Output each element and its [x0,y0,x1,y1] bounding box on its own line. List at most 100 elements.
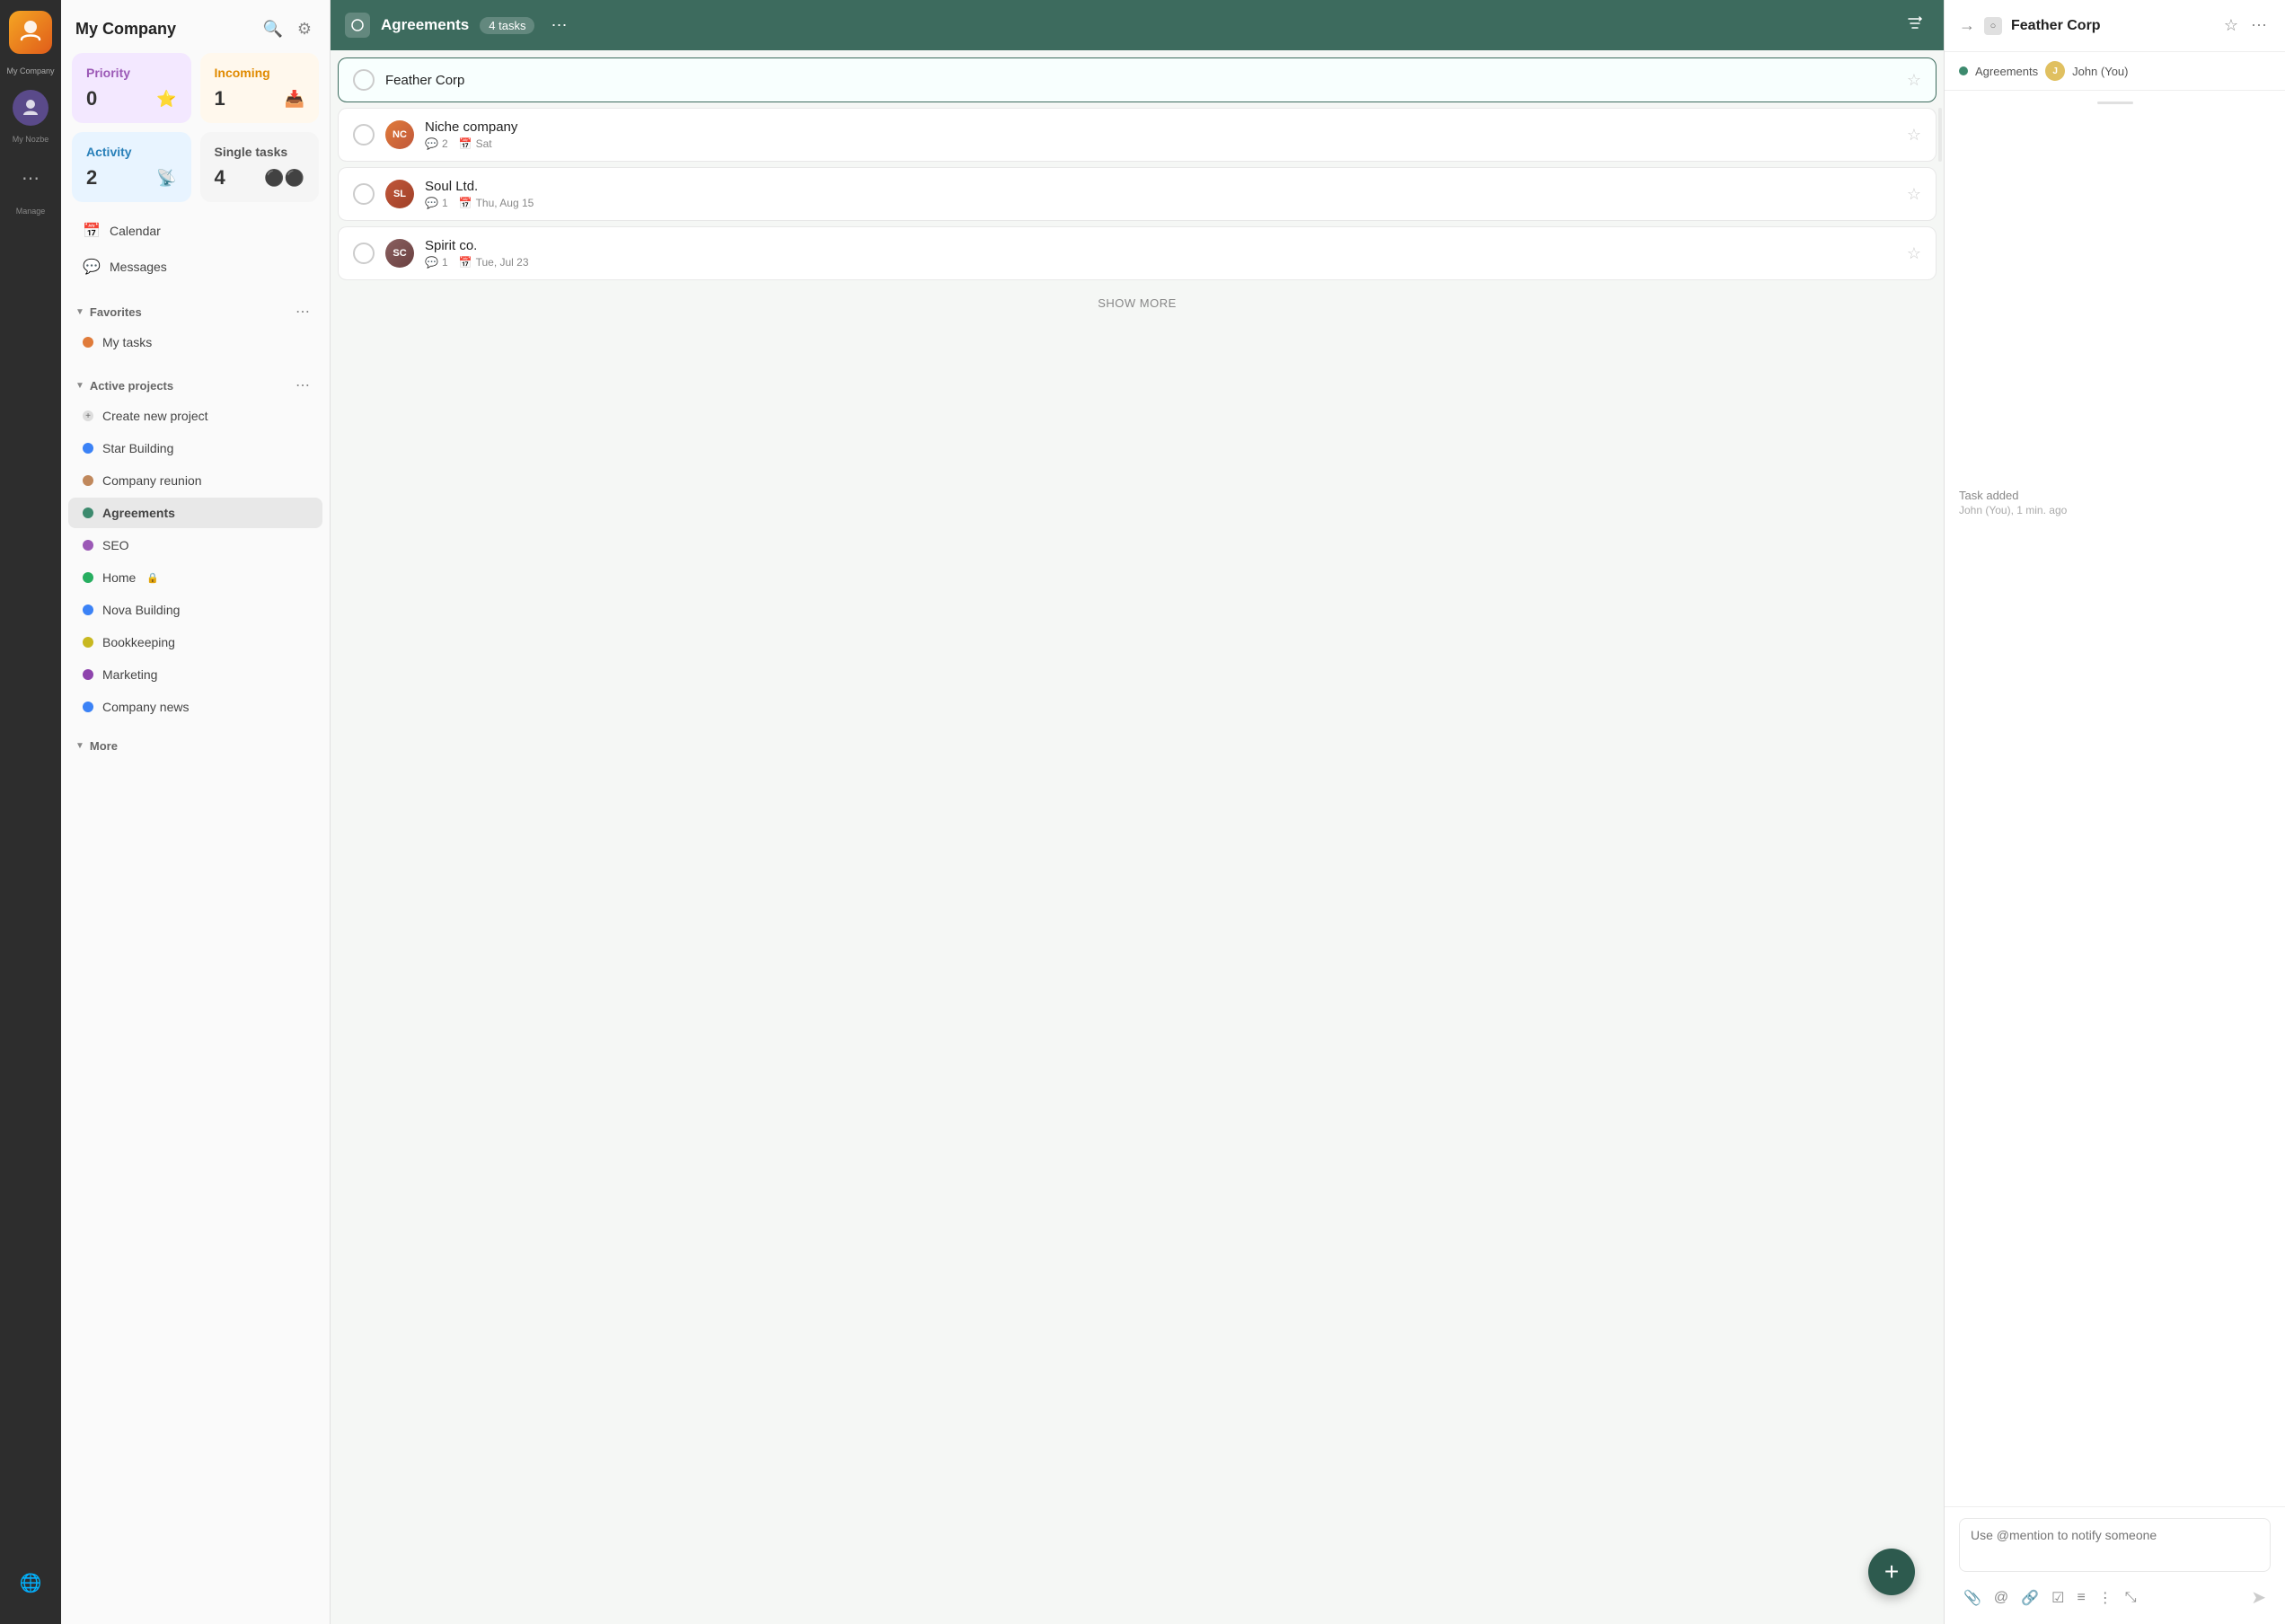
seo-label: SEO [102,538,129,552]
breadcrumb-project[interactable]: Agreements [1975,65,2038,78]
right-panel-project-icon: ○ [1984,17,2002,35]
sidebar-item-seo[interactable]: SEO [68,530,322,560]
star-building-label: Star Building [102,441,173,455]
more-toggle[interactable]: ▼ More [75,739,118,753]
sidebar-item-marketing[interactable]: Marketing [68,659,322,690]
task-checkbox-spirit-co[interactable] [353,243,375,264]
task-meta-niche-company: 💬 2 📅 Sat [425,137,1896,150]
attach-btn[interactable]: 📎 [1959,1584,1986,1611]
comment-toolbar: 📎 @ 🔗 ☑ ≡ ⋮ ⤡ ➤ [1959,1582,2271,1613]
expand-btn[interactable]: ⤡ [2121,1585,2141,1611]
task-star-soul-ltd[interactable]: ☆ [1907,185,1921,204]
create-new-label: Create new project [102,409,208,423]
comment-icon: 💬 [425,256,438,269]
active-projects-toggle[interactable]: ▼ Active projects [75,379,173,393]
task-avatar-niche-company: NC [385,120,414,149]
link-btn[interactable]: 🔗 [2016,1584,2043,1611]
back-arrow-icon[interactable]: → [1959,16,1975,35]
favorites-more-btn[interactable]: ⋯ [290,301,315,322]
task-name-spirit-co: Spirit co. [425,238,1896,253]
search-button[interactable]: 🔍 [259,16,286,42]
task-item-spirit-co[interactable]: SC Spirit co. 💬 1 📅 Tue, Jul 23 [338,226,1937,280]
incoming-label: Incoming [215,66,305,80]
checklist-btn[interactable]: ☑ [2047,1584,2069,1611]
single-tasks-card[interactable]: Single tasks 4 ⚫⚫ [200,132,320,202]
main-header-icons [1901,9,1929,42]
marketing-label: Marketing [102,667,157,682]
my-tasks-dot [83,337,93,348]
app-logo[interactable] [9,11,52,54]
task-item-niche-company[interactable]: NC Niche company 💬 2 📅 Sat ☆ [338,108,1937,162]
task-checkbox-niche-company[interactable] [353,124,375,146]
sidebar-item-bookkeeping[interactable]: Bookkeeping [68,627,322,658]
settings-button[interactable]: ⚙ [294,16,315,42]
bullet-list-btn[interactable]: ≡ [2072,1585,2089,1611]
more-chevron: ▼ [75,741,84,751]
star-building-dot [83,443,93,454]
activity-count: 2 [86,166,97,190]
right-divider [2097,102,2133,104]
my-tasks-label: My tasks [102,335,152,349]
task-date-niche-company: 📅 Sat [459,137,492,150]
mention-btn[interactable]: @ [1989,1585,2013,1611]
task-item-feather-corp[interactable]: Feather Corp ☆ [338,57,1937,102]
show-more-button[interactable]: SHOW MORE [338,286,1937,321]
sidebar-item-calendar[interactable]: 📅 Calendar [68,214,322,248]
sidebar-item-my-tasks[interactable]: My tasks [68,327,322,357]
task-checkbox-feather-corp[interactable] [353,69,375,91]
header-sort-btn[interactable] [1901,9,1929,42]
sidebar-item-create-new[interactable]: + Create new project [68,401,322,431]
right-panel-title: Feather Corp [2011,18,2211,34]
my-nozbe-avatar[interactable] [13,90,49,126]
right-more-btn[interactable]: ⋯ [2247,13,2271,39]
header-more-btn[interactable]: ⋯ [545,11,572,40]
sidebar-header-icons: 🔍 ⚙ [259,16,315,42]
task-star-feather-corp[interactable]: ☆ [1907,71,1921,90]
task-comments-niche-company: 💬 2 [425,137,448,150]
task-info-niche-company: Niche company 💬 2 📅 Sat [425,119,1896,150]
active-projects-chevron: ▼ [75,381,84,391]
icon-bar: My Company My Nozbe ⋯ Manage 🌐 [0,0,61,1624]
add-task-fab[interactable]: + [1868,1549,1915,1595]
manage-label: Manage [16,207,46,216]
main-header: Agreements 4 tasks ⋯ [331,0,1944,50]
task-checkbox-soul-ltd[interactable] [353,183,375,205]
sidebar-item-agreements[interactable]: Agreements [68,498,322,528]
active-projects-section-header: ▼ Active projects ⋯ [61,366,330,400]
task-star-niche-company[interactable]: ☆ [1907,126,1921,145]
sidebar-item-star-building[interactable]: Star Building [68,433,322,463]
company-news-dot [83,702,93,712]
company-reunion-label: Company reunion [102,473,202,488]
star-button[interactable]: ☆ [2220,13,2242,39]
messages-icon: 💬 [83,258,101,276]
manage-btn[interactable]: ⋯ [11,158,50,198]
sidebar-item-messages[interactable]: 💬 Messages [68,250,322,284]
sidebar-item-company-reunion[interactable]: Company reunion [68,465,322,496]
activity-icon: 📡 [156,169,176,188]
sidebar-item-nova-building[interactable]: Nova Building [68,595,322,625]
calendar-icon: 📅 [459,137,472,150]
favorites-toggle[interactable]: ▼ Favorites [75,305,142,319]
single-tasks-icon: ⚫⚫ [264,169,304,188]
comment-icon: 💬 [425,197,438,209]
numbered-list-btn[interactable]: ⋮ [2094,1584,2117,1611]
right-content-empty [1945,115,2285,474]
settings-globe-btn[interactable]: 🌐 [11,1563,50,1602]
task-item-soul-ltd[interactable]: SL Soul Ltd. 💬 1 📅 Thu, Aug 15 ☆ [338,167,1937,221]
priority-card[interactable]: Priority 0 ⭐ [72,53,191,123]
company-label: My Company [6,66,54,75]
task-star-spirit-co[interactable]: ☆ [1907,244,1921,263]
send-btn[interactable]: ➤ [2246,1582,2271,1613]
task-avatar-spirit-co: SC [385,239,414,268]
incoming-card[interactable]: Incoming 1 📥 [200,53,320,123]
single-tasks-label: Single tasks [215,145,305,159]
sidebar-item-company-news[interactable]: Company news [68,692,322,722]
home-lock-icon: 🔒 [146,572,159,584]
active-projects-more-btn[interactable]: ⋯ [290,375,315,396]
comment-input[interactable] [1959,1518,2271,1572]
breadcrumb-dot [1959,66,1968,75]
sidebar-header: My Company 🔍 ⚙ [61,0,330,53]
sidebar-item-home[interactable]: Home 🔒 [68,562,322,593]
task-avatar-soul-ltd: SL [385,180,414,208]
activity-card[interactable]: Activity 2 📡 [72,132,191,202]
